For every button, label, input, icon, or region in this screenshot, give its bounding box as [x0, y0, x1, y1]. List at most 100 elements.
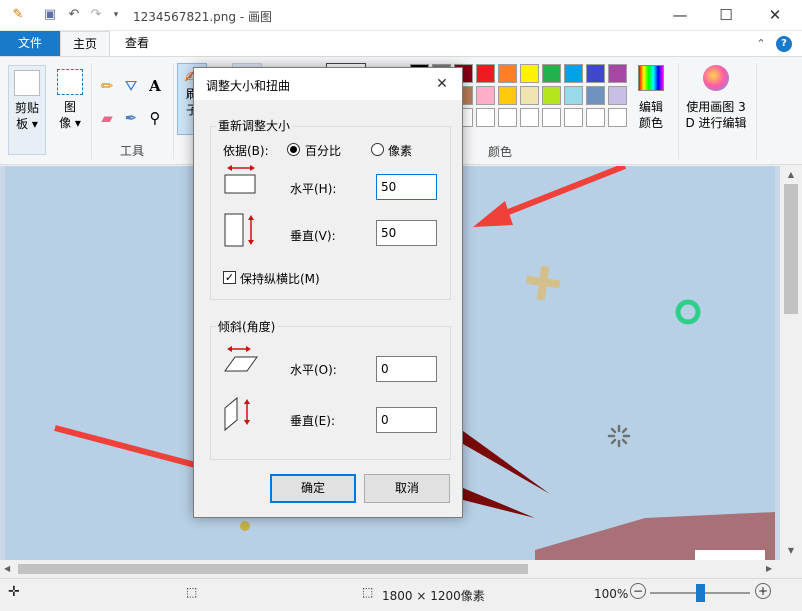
scroll-down-icon[interactable]: ▼	[780, 546, 802, 555]
color-swatch[interactable]	[586, 108, 605, 127]
zoom-in-icon[interactable]: +	[755, 583, 771, 599]
cursor-position-icon: ✛	[8, 584, 20, 600]
ribbon-separator	[756, 63, 757, 159]
scroll-left-icon[interactable]: ◀	[4, 564, 10, 573]
spinner-shape	[607, 424, 631, 448]
ok-button[interactable]: 确定	[270, 474, 356, 503]
color-swatch[interactable]	[586, 64, 605, 83]
horizontal-label: 水平(H):	[290, 182, 337, 196]
color-swatch[interactable]	[542, 108, 561, 127]
save-icon[interactable]: ▣	[42, 7, 58, 23]
color-swatch[interactable]	[520, 86, 539, 105]
clipboard-icon	[14, 70, 40, 96]
text-icon[interactable]: A	[144, 75, 166, 97]
tab-file[interactable]: 文件	[0, 31, 60, 56]
vertical-resize-input[interactable]	[376, 220, 437, 246]
skew-horizontal-label: 水平(O):	[290, 363, 337, 377]
color-swatch[interactable]	[498, 86, 517, 105]
quick-access-dropdown-icon[interactable]: ▾	[108, 7, 124, 23]
maximize-button[interactable]: ☐	[703, 0, 749, 31]
paint3d-label-1: 使用画图 3	[686, 100, 746, 114]
vertical-label: 垂直(V):	[290, 229, 336, 243]
color-swatch[interactable]	[542, 64, 561, 83]
dialog-title: 调整大小和扭曲	[206, 79, 291, 93]
edit-colors-label-1: 编辑	[638, 100, 663, 114]
redo-icon[interactable]: ↷	[88, 7, 104, 23]
vertical-scrollbar[interactable]: ▲ ▼	[780, 166, 802, 560]
pencil-icon[interactable]: ✏	[96, 75, 118, 97]
red-arrow-head-1	[473, 201, 513, 227]
scroll-right-icon[interactable]: ▶	[766, 564, 772, 573]
percent-label[interactable]: 百分比	[305, 142, 341, 159]
color-swatch[interactable]	[476, 108, 495, 127]
ribbon-separator	[173, 63, 174, 159]
fill-icon[interactable]: ⛛	[120, 75, 142, 97]
image-dimensions: 1800 × 1200像素	[382, 589, 485, 603]
clipboard-label-1: 剪贴	[14, 101, 39, 115]
title-bar: ✎ ▣ ↶ ↷ ▾ 1234567821.png - 画图 — ☐ ✕	[0, 0, 802, 31]
colors-group-label: 颜色	[487, 145, 512, 159]
collapse-ribbon-icon[interactable]: ⌃	[753, 36, 769, 52]
color-swatch[interactable]	[520, 108, 539, 127]
close-button[interactable]: ✕	[752, 0, 798, 31]
zoom-slider-thumb[interactable]	[696, 584, 705, 602]
status-bar: ✛ ⬚ ⬚ 1800 × 1200像素 100% − +	[0, 578, 802, 611]
maintain-aspect-checkbox[interactable]: ✓	[223, 271, 236, 284]
paint3d-button[interactable]: 使用画图 3 D 进行编辑	[680, 65, 752, 155]
red-arrow-line-1	[491, 166, 627, 221]
eraser-icon[interactable]: ▰	[96, 107, 118, 129]
clipboard-button[interactable]: 剪贴 板 ▾	[8, 65, 46, 155]
color-swatch[interactable]	[586, 86, 605, 105]
undo-icon[interactable]: ↶	[66, 7, 82, 23]
skew-horizontal-input[interactable]	[376, 356, 437, 382]
spike-shape-1	[463, 431, 550, 494]
dialog-title-bar: 调整大小和扭曲 ✕	[194, 68, 462, 100]
color-swatch[interactable]	[564, 86, 583, 105]
tab-home[interactable]: 主页	[60, 31, 110, 56]
tools-group-label: 工具	[119, 144, 144, 158]
image-size-icon: ⬚	[362, 585, 374, 599]
minimize-button[interactable]: —	[657, 0, 703, 31]
white-strip-shape	[695, 550, 765, 560]
clipboard-label-2: 板 ▾	[16, 117, 38, 131]
color-swatch[interactable]	[608, 86, 627, 105]
horizontal-scrollbar[interactable]: ◀ ▶	[0, 560, 780, 578]
color-swatch[interactable]	[608, 108, 627, 127]
zoom-out-icon[interactable]: −	[630, 583, 646, 599]
cancel-button[interactable]: 取消	[364, 474, 450, 503]
image-label-2: 像 ▾	[59, 116, 81, 130]
vertical-scroll-thumb[interactable]	[784, 184, 798, 314]
color-picker-icon[interactable]: ✒	[120, 107, 142, 129]
paint-app-icon: ✎	[12, 7, 24, 22]
color-swatch[interactable]	[564, 108, 583, 127]
color-swatch[interactable]	[520, 64, 539, 83]
color-swatch[interactable]	[564, 64, 583, 83]
by-label: 依据(B):	[223, 144, 269, 158]
horizontal-resize-input[interactable]	[376, 174, 437, 200]
color-swatch[interactable]	[498, 64, 517, 83]
maintain-aspect-label[interactable]: 保持纵横比(M)	[240, 270, 320, 287]
paint3d-label-2: D 进行编辑	[685, 116, 747, 130]
color-swatch[interactable]	[498, 108, 517, 127]
percent-radio[interactable]	[287, 143, 300, 156]
edit-colors-button[interactable]: 编辑 颜色	[634, 65, 668, 155]
select-icon	[57, 69, 83, 95]
tools-group: ✏ ⛛ A ▰ ✒ ⚲ 工具	[92, 59, 172, 163]
color-swatch[interactable]	[542, 86, 561, 105]
pixels-label[interactable]: 像素	[388, 142, 412, 159]
edit-colors-label-2: 颜色	[638, 116, 663, 130]
color-swatch[interactable]	[476, 86, 495, 105]
skew-vertical-label: 垂直(E):	[290, 414, 335, 428]
image-button[interactable]: 图 像 ▾	[52, 65, 88, 155]
help-icon[interactable]: ?	[776, 36, 792, 52]
color-swatch[interactable]	[476, 64, 495, 83]
ribbon-tabs: 文件 主页 查看 ⌃ ?	[0, 31, 802, 56]
skew-vertical-input[interactable]	[376, 407, 437, 433]
scroll-up-icon[interactable]: ▲	[780, 170, 802, 179]
color-swatch[interactable]	[608, 64, 627, 83]
pixels-radio[interactable]	[371, 143, 384, 156]
tab-view[interactable]: 查看	[110, 31, 164, 56]
horizontal-scroll-thumb[interactable]	[18, 564, 528, 574]
magnifier-icon[interactable]: ⚲	[144, 107, 166, 129]
dialog-close-icon[interactable]: ✕	[430, 72, 454, 96]
